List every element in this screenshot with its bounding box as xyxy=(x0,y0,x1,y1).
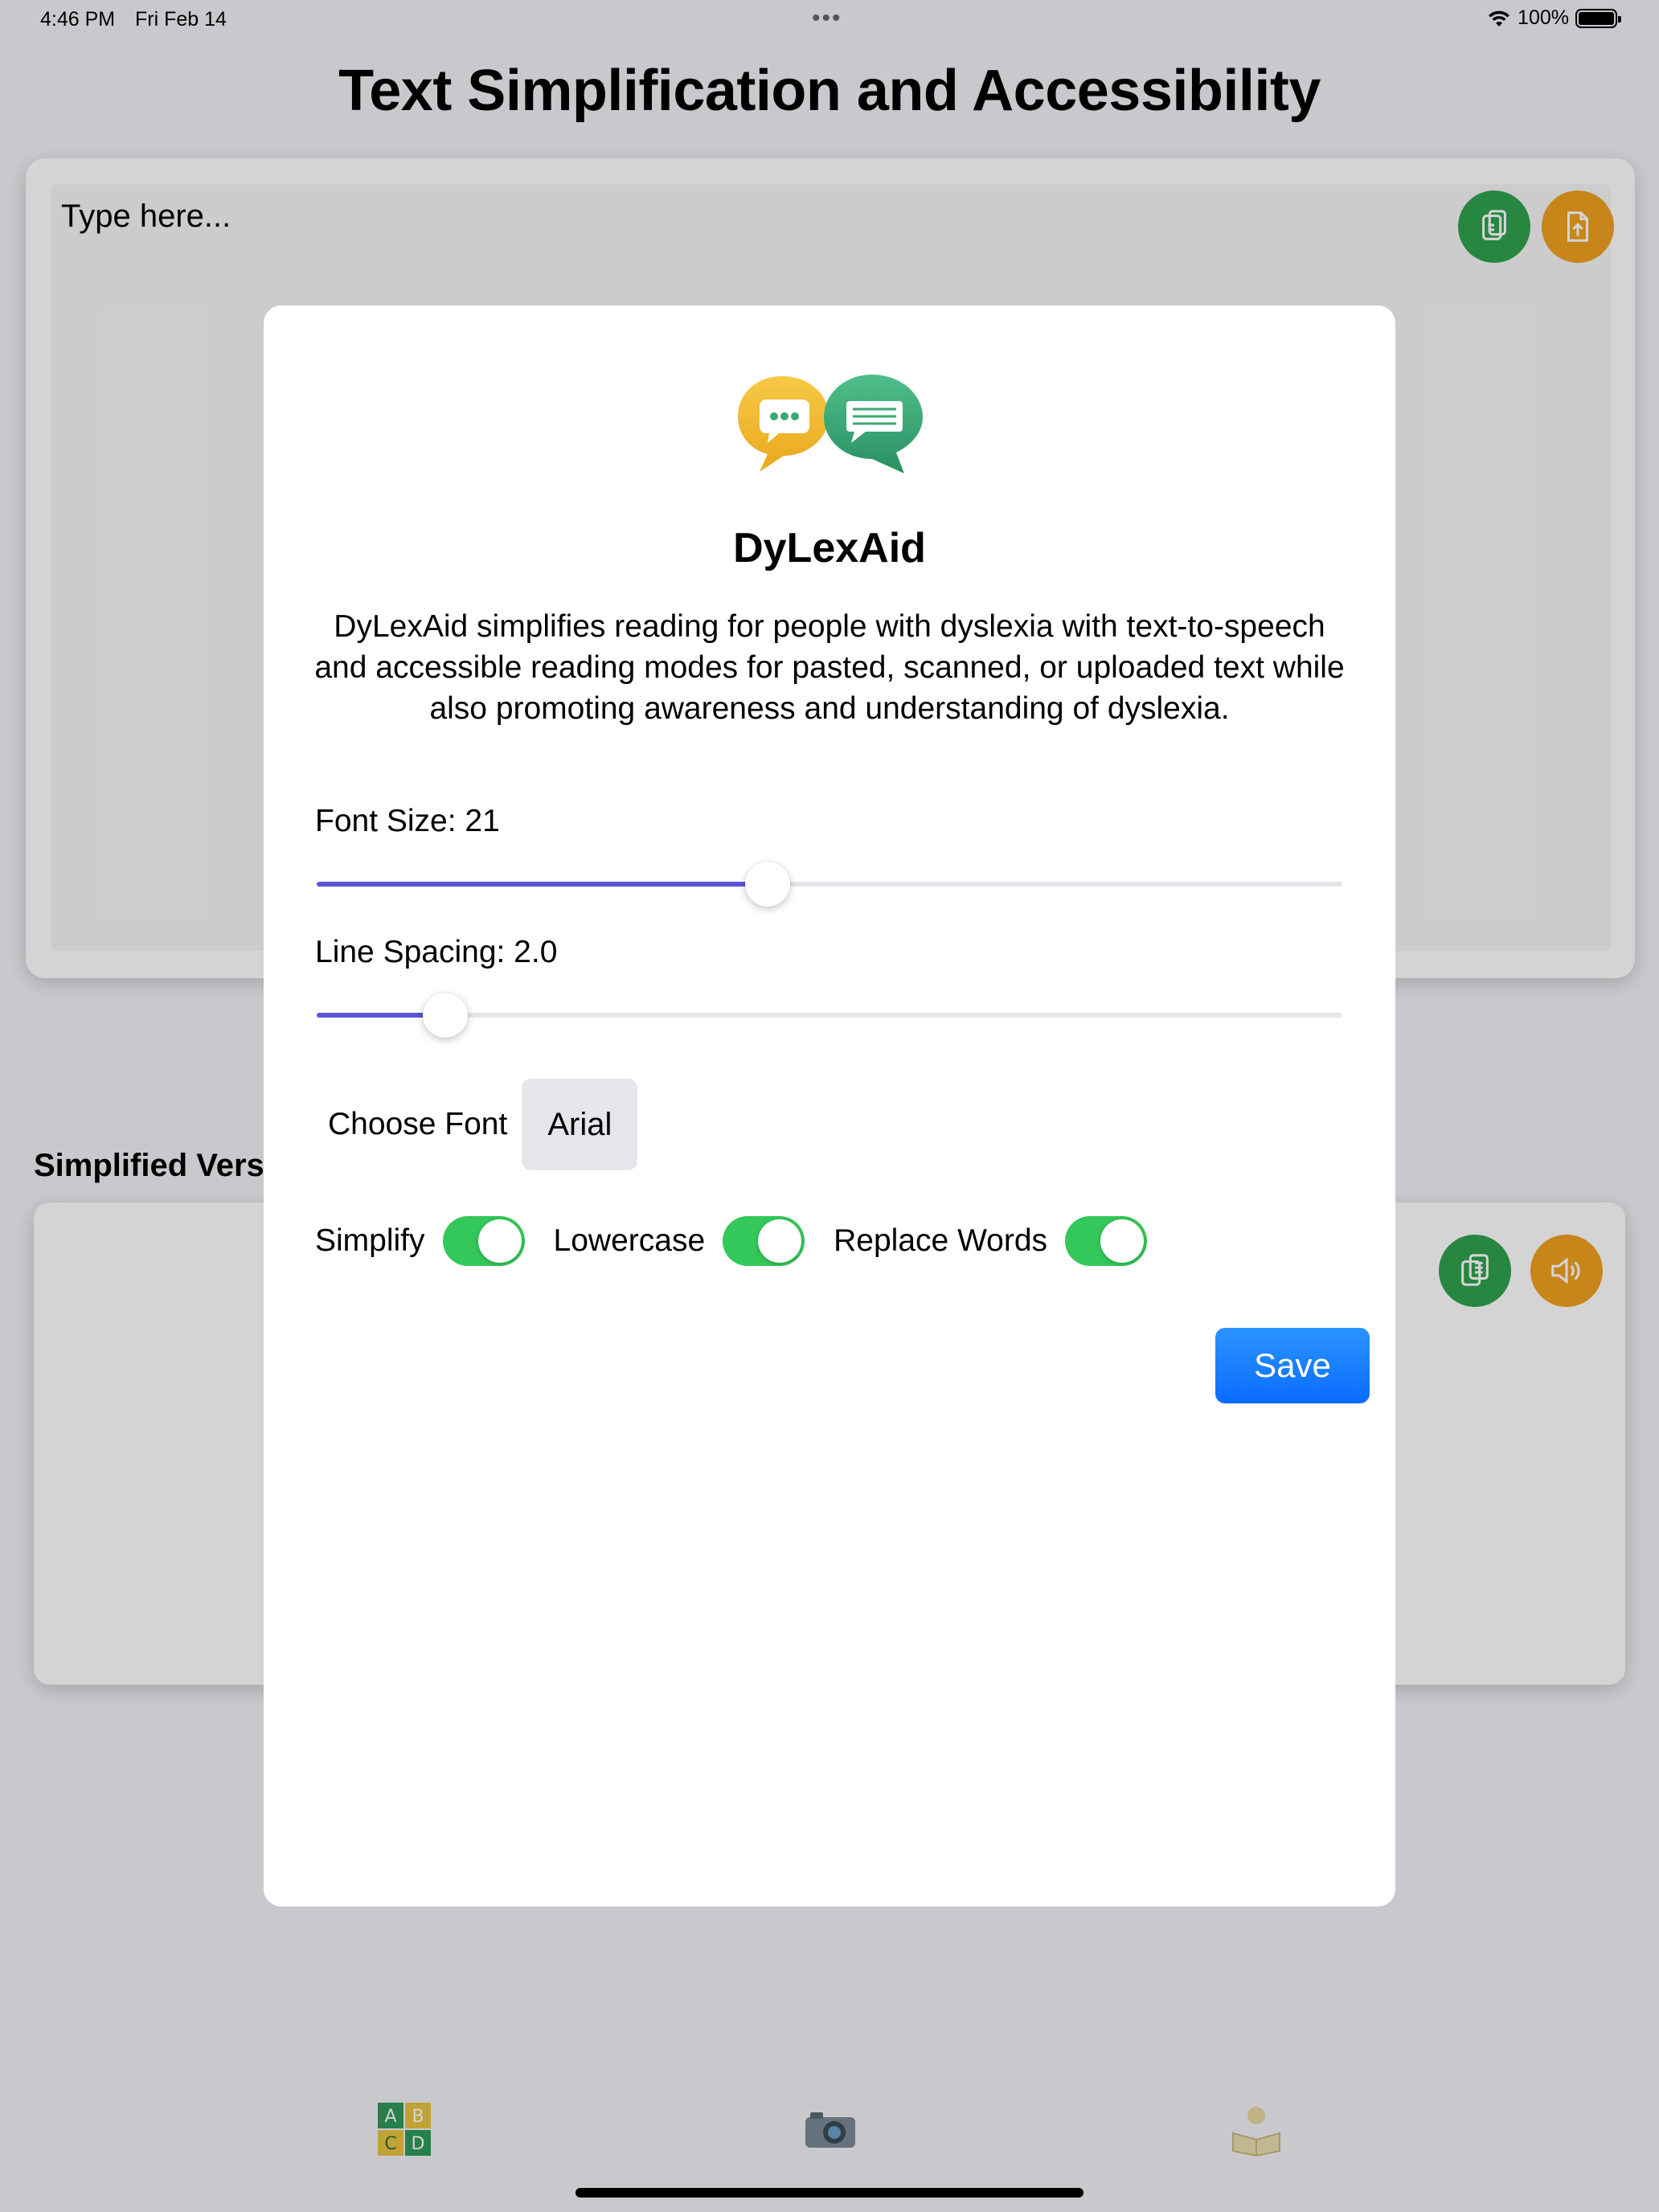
font-picker[interactable]: Arial xyxy=(522,1079,638,1170)
slider-thumb[interactable] xyxy=(745,862,791,907)
slider-thumb[interactable] xyxy=(422,993,468,1038)
toggle-knob xyxy=(477,1219,522,1263)
slider-track xyxy=(317,1013,1342,1018)
line-spacing-label: Line Spacing: 2.0 xyxy=(315,935,558,969)
choose-font-label: Choose Font xyxy=(328,1107,508,1141)
toggle-knob xyxy=(758,1219,802,1263)
replace-words-toggle[interactable] xyxy=(1065,1216,1148,1266)
simplify-label: Simplify xyxy=(315,1223,425,1258)
app-description: DyLexAid simplifies reading for people w… xyxy=(314,609,1345,726)
line-spacing-slider[interactable] xyxy=(317,991,1342,1039)
font-size-label: Font Size: 21 xyxy=(315,804,500,838)
lowercase-toggle[interactable] xyxy=(723,1216,805,1266)
app-name: DyLexAid xyxy=(733,525,926,571)
simplify-toggle[interactable] xyxy=(442,1216,525,1266)
chat-bubbles-logo xyxy=(738,375,923,473)
toggle-knob xyxy=(1100,1219,1145,1263)
settings-modal: DyLexAid DyLexAid simplifies reading for… xyxy=(264,305,1395,1907)
lowercase-label: Lowercase xyxy=(553,1223,706,1258)
replace-words-label: Replace Words xyxy=(834,1223,1048,1258)
home-indicator[interactable] xyxy=(576,2188,1083,2198)
font-chooser-row: Choose Font Arial xyxy=(328,1079,638,1170)
font-size-slider[interactable] xyxy=(317,860,1342,908)
toggle-row: Simplify Lowercase Replace Words xyxy=(315,1215,1176,1267)
save-button[interactable]: Save xyxy=(1215,1328,1370,1403)
slider-fill xyxy=(317,882,768,887)
